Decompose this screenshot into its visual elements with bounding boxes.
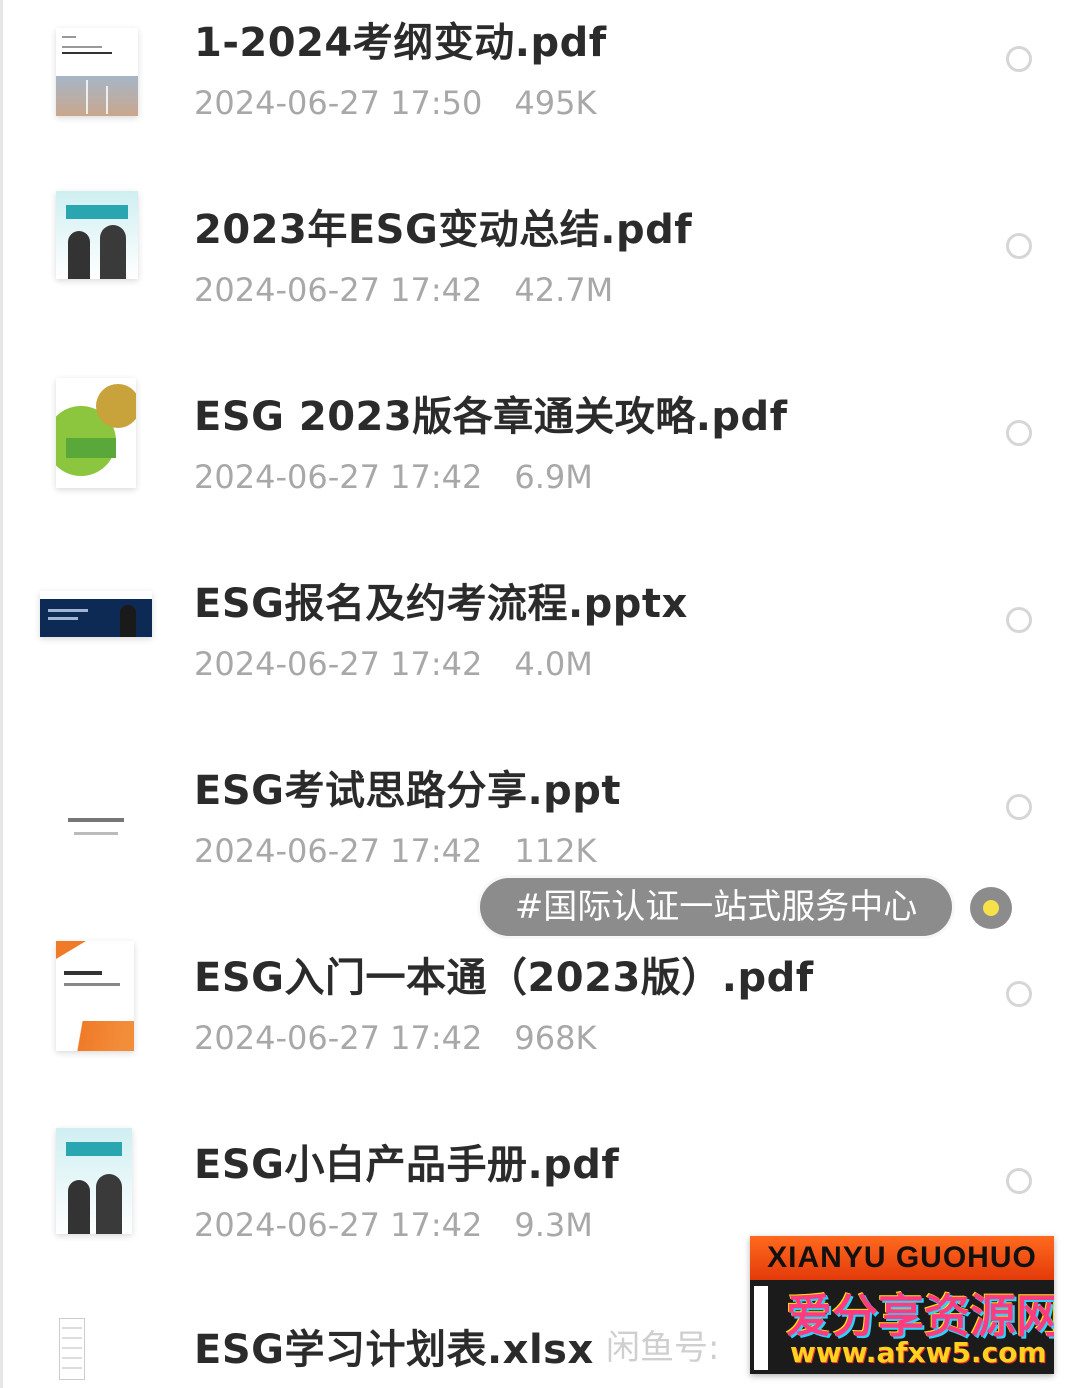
file-size: 6.9M: [514, 458, 593, 496]
file-name: ESG考试思路分享.ppt: [194, 768, 622, 814]
watermark-logo: XIANYU GUOHUO 爱分享资源网 www.afxw5.com: [750, 1236, 1054, 1374]
select-radio[interactable]: [1006, 1168, 1032, 1194]
pdf-thumbnail: [56, 191, 138, 279]
file-size: 112K: [514, 832, 597, 870]
file-name: ESG 2023版各章通关攻略.pdf: [194, 394, 788, 440]
tag-dot-icon: [970, 887, 1012, 929]
file-name: ESG报名及约考流程.pptx: [194, 581, 688, 627]
file-date: 2024-06-27 17:42: [194, 832, 483, 870]
file-meta: 2024-06-27 17:42 6.9M: [194, 458, 593, 496]
file-date: 2024-06-27 17:42: [194, 458, 483, 496]
file-name: ESG入门一本通（2023版）.pdf: [194, 955, 814, 1001]
topic-tag[interactable]: #国际认证一站式服务中心: [480, 878, 952, 936]
file-date: 2024-06-27 17:42: [194, 1206, 483, 1244]
file-size: 968K: [514, 1019, 597, 1057]
pptx-thumbnail: [40, 591, 152, 637]
file-date: 2024-06-27 17:42: [194, 271, 483, 309]
file-date: 2024-06-27 17:50: [194, 84, 483, 122]
file-name: 2023年ESG变动总结.pdf: [194, 207, 693, 253]
pdf-thumbnail: [56, 28, 138, 116]
pdf-thumbnail: [56, 1128, 132, 1234]
file-row[interactable]: ESG入门一本通（2023版）.pdf 2024-06-27 17:42 968K: [0, 935, 1080, 1122]
file-meta: 2024-06-27 17:50 495K: [194, 84, 596, 122]
pdf-thumbnail: [56, 941, 134, 1051]
select-radio[interactable]: [1006, 46, 1032, 72]
file-meta: 2024-06-27 17:42 112K: [194, 832, 596, 870]
file-name: ESG学习计划表.xlsx: [194, 1327, 594, 1373]
file-size: 4.0M: [514, 645, 593, 683]
select-radio[interactable]: [1006, 233, 1032, 259]
select-radio[interactable]: [1006, 981, 1032, 1007]
file-meta: 2024-06-27 17:42 968K: [194, 1019, 596, 1057]
watermark-site-url: www.afxw5.com: [790, 1336, 1047, 1369]
file-date: 2024-06-27 17:42: [194, 1019, 483, 1057]
file-name: 1-2024考纲变动.pdf: [194, 20, 607, 66]
select-radio[interactable]: [1006, 794, 1032, 820]
file-row[interactable]: ESG报名及约考流程.pptx 2024-06-27 17:42 4.0M: [0, 561, 1080, 748]
file-size: 9.3M: [514, 1206, 593, 1244]
select-radio[interactable]: [1006, 420, 1032, 446]
faded-watermark-text: 闲鱼号:: [606, 1328, 720, 1368]
file-row[interactable]: 2023年ESG变动总结.pdf 2024-06-27 17:42 42.7M: [0, 187, 1080, 374]
file-meta: 2024-06-27 17:42 4.0M: [194, 645, 593, 683]
file-meta: 2024-06-27 17:42 42.7M: [194, 271, 613, 309]
file-date: 2024-06-27 17:42: [194, 645, 483, 683]
select-radio[interactable]: [1006, 607, 1032, 633]
file-row[interactable]: 1-2024考纲变动.pdf 2024-06-27 17:50 495K: [0, 0, 1080, 187]
file-meta: 2024-06-27 17:42 9.3M: [194, 1206, 593, 1244]
ppt-thumbnail: [56, 776, 138, 864]
pdf-thumbnail: [56, 378, 136, 488]
xlsx-thumbnail: [60, 1319, 84, 1379]
watermark-side-bar: [754, 1286, 768, 1370]
file-row[interactable]: ESG 2023版各章通关攻略.pdf 2024-06-27 17:42 6.9M: [0, 374, 1080, 561]
watermark-banner: XIANYU GUOHUO: [750, 1236, 1054, 1280]
file-size: 42.7M: [514, 271, 614, 309]
file-size: 495K: [514, 84, 597, 122]
file-name: ESG小白产品手册.pdf: [194, 1142, 620, 1188]
